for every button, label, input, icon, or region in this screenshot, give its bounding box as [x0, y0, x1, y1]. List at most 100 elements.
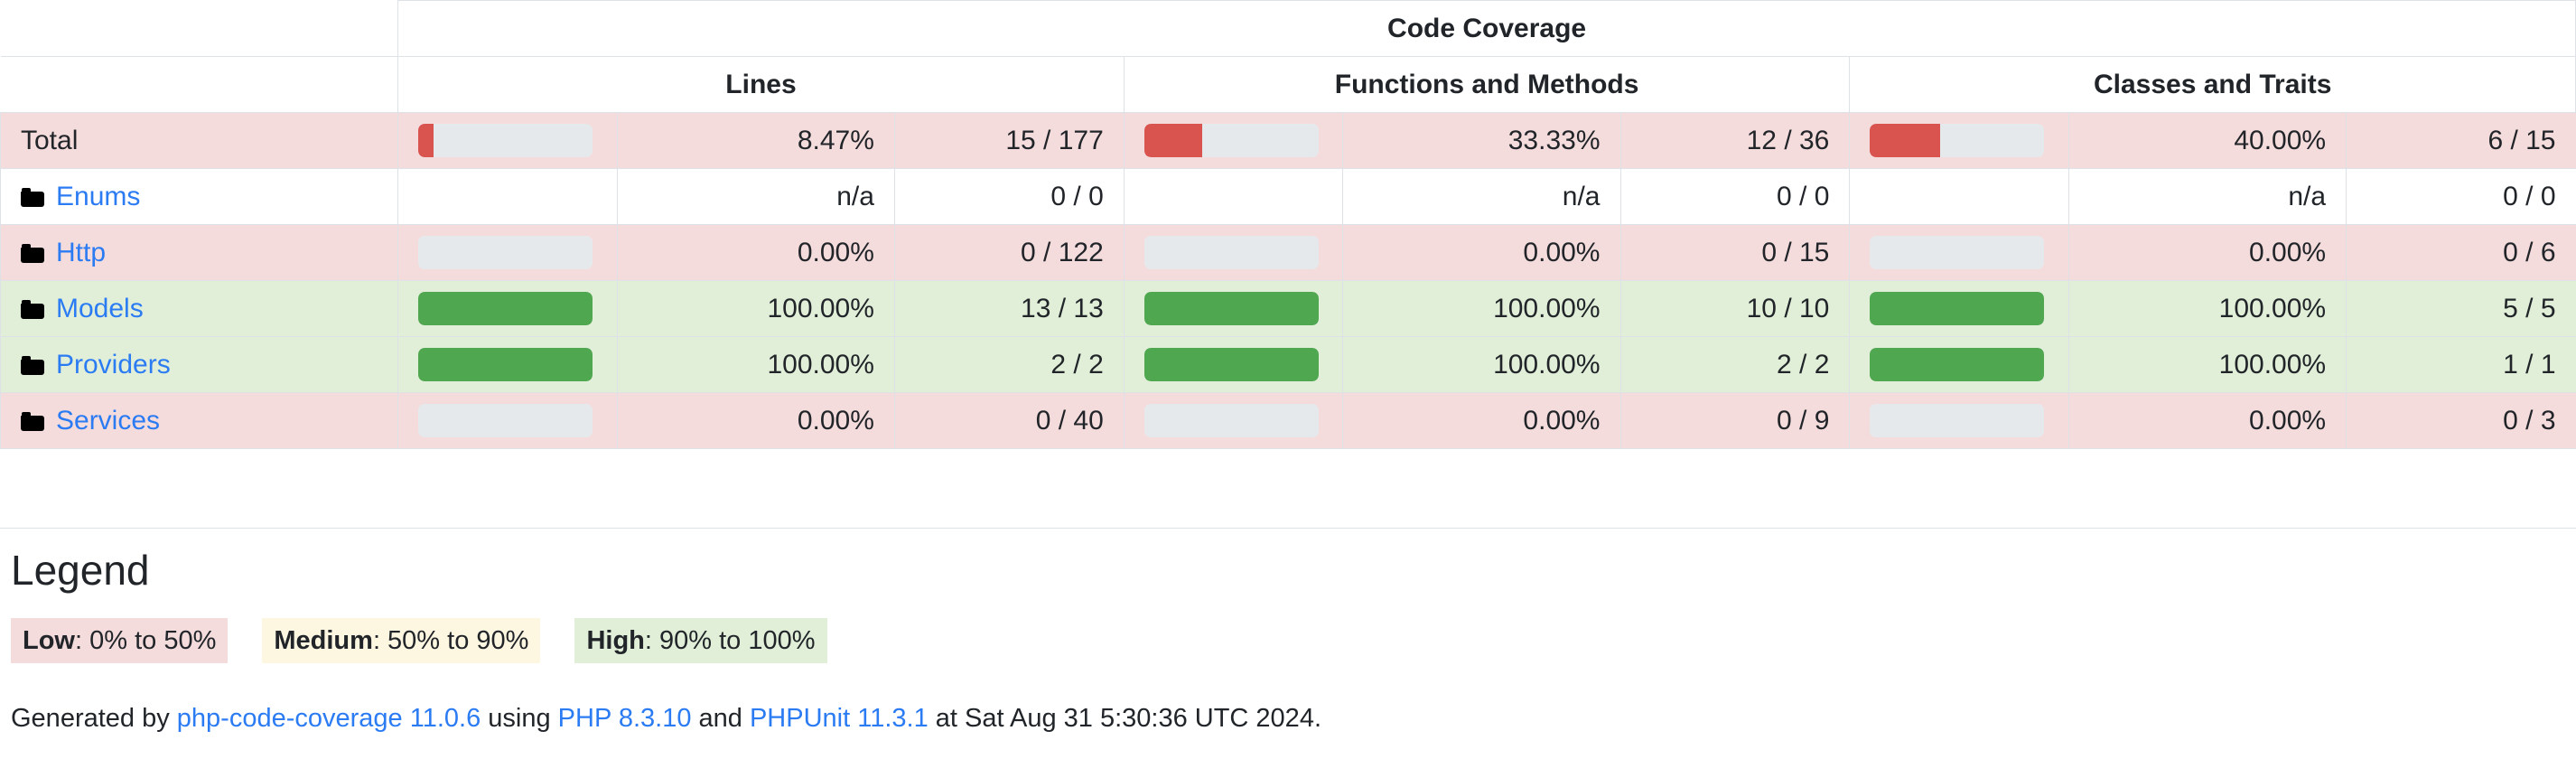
progress-bar-lines [418, 124, 593, 157]
directory-link[interactable]: Enums [56, 182, 140, 211]
percent-cell-classes: 40.00% [2067, 112, 2347, 169]
percent-cell-classes: 100.00% [2067, 280, 2347, 337]
percent-cell-classes: 0.00% [2067, 224, 2347, 281]
progress-bar-functions [1143, 348, 1319, 381]
table-row: Models 100.00% 13 / 13 100.00% 10 / 10 100.00… [0, 280, 2576, 337]
progress-cell-classes [1849, 280, 2069, 337]
header-row-groups: Lines Functions and Methods Classes and … [0, 56, 2576, 113]
table-body: Total 8.47% 15 / 177 33.33% 12 / 36 40.00% 6 /… [0, 112, 2576, 449]
directory-link[interactable]: Services [56, 406, 160, 436]
directory-cell: Services [0, 392, 399, 449]
ratio-cell-classes: 1 / 1 [2346, 336, 2576, 393]
ratio-cell-functions: 10 / 10 [1619, 280, 1851, 337]
progress-fill [1870, 348, 2045, 381]
ratio-cell-lines: 0 / 122 [893, 224, 1125, 281]
percent-cell-functions: 100.00% [1342, 280, 1621, 337]
progress-cell-lines [397, 168, 618, 225]
header-functions-and-methods: Functions and Methods [1123, 56, 1851, 113]
progress-bar-functions [1143, 404, 1319, 437]
ratio-cell-functions: 0 / 0 [1619, 168, 1851, 225]
table-row: Providers 100.00% 2 / 2 100.00% 2 / 2 100.00%… [0, 336, 2576, 393]
percent-cell-classes: 0.00% [2067, 392, 2347, 449]
percent-cell-classes: n/a [2067, 168, 2347, 225]
progress-cell-classes [1849, 168, 2069, 225]
legend-item-range: : 90% to 100% [644, 626, 816, 655]
percent-cell-functions: 0.00% [1342, 392, 1621, 449]
footer-prefix: Generated by [11, 704, 177, 733]
progress-bar-classes [1870, 292, 2045, 325]
legend-item-range: : 0% to 50% [75, 626, 217, 655]
progress-bar-classes [1870, 180, 2044, 213]
table-head: Code Coverage Lines Functions and Method… [0, 0, 2576, 113]
table-row: Services 0.00% 0 / 40 0.00% 0 / 9 0.00% 0 / 3 [0, 392, 2576, 449]
legend-items: Low: 0% to 50% Medium: 50% to 90% High: 90… [11, 618, 2576, 664]
progress-bar-functions [1144, 180, 1319, 213]
progress-fill [418, 292, 593, 325]
progress-fill [418, 124, 434, 157]
php-code-coverage-link[interactable]: php-code-coverage 11.0.6 [177, 704, 481, 733]
progress-bar-classes [1870, 236, 2045, 269]
progress-cell-classes [1849, 112, 2069, 169]
header-blank-top [0, 0, 399, 57]
header-lines: Lines [397, 56, 1125, 113]
phpunit-version-link[interactable]: PHPUnit 11.3.1 [750, 704, 929, 733]
legend-item-medium: Medium: 50% to 90% [262, 618, 541, 664]
ratio-cell-functions: 12 / 36 [1619, 112, 1851, 169]
progress-fill [418, 348, 593, 381]
coverage-table: Code Coverage Lines Functions and Method… [0, 0, 2576, 449]
folder-icon [21, 187, 44, 207]
legend-item-low: Low: 0% to 50% [11, 618, 229, 664]
progress-fill [1143, 348, 1319, 381]
progress-cell-classes [1849, 336, 2069, 393]
percent-cell-lines: 100.00% [616, 280, 895, 337]
progress-bar-classes [1870, 348, 2045, 381]
ratio-cell-lines: 0 / 0 [893, 168, 1125, 225]
percent-cell-lines: 0.00% [616, 224, 895, 281]
ratio-cell-functions: 0 / 9 [1619, 392, 1851, 449]
progress-cell-classes [1849, 224, 2069, 281]
progress-fill [1143, 292, 1319, 325]
ratio-cell-classes: 5 / 5 [2346, 280, 2576, 337]
table-row: Enums n/a 0 / 0 n/a 0 / 0 n/a 0 / 0 [0, 168, 2576, 225]
percent-cell-lines: 0.00% [616, 392, 895, 449]
progress-bar-lines [418, 180, 593, 213]
directory-link[interactable]: Models [56, 294, 144, 323]
table-row: Http 0.00% 0 / 122 0.00% 0 / 15 0.00% 0 / 6 [0, 224, 2576, 281]
progress-bar-functions [1143, 292, 1319, 325]
progress-bar-classes [1870, 124, 2045, 157]
progress-cell-functions [1123, 336, 1344, 393]
legend-section: Legend Low: 0% to 50% Medium: 50% to 90% H… [0, 547, 2576, 664]
progress-cell-functions [1123, 112, 1344, 169]
ratio-cell-functions: 0 / 15 [1619, 224, 1851, 281]
progress-cell-classes [1849, 392, 2069, 449]
directory-link[interactable]: Http [56, 238, 106, 267]
legend-title: Legend [11, 547, 150, 594]
header-classes-and-traits: Classes and Traits [1849, 56, 2576, 113]
progress-fill [1870, 124, 1940, 157]
ratio-cell-classes: 6 / 15 [2346, 112, 2576, 169]
legend-item-label: Low [23, 626, 75, 655]
directory-link[interactable]: Providers [56, 350, 171, 380]
section-divider [0, 528, 2576, 529]
ratio-cell-lines: 0 / 40 [893, 392, 1125, 449]
progress-bar-lines [418, 292, 593, 325]
footer-mid-2: and [691, 704, 750, 733]
ratio-cell-lines: 2 / 2 [893, 336, 1125, 393]
percent-cell-lines: n/a [616, 168, 895, 225]
percent-cell-functions: n/a [1342, 168, 1621, 225]
legend-item-range: : 50% to 90% [372, 626, 529, 655]
directory-cell: Providers [0, 336, 399, 393]
legend-item-label: High [586, 626, 645, 655]
php-version-link[interactable]: PHP 8.3.10 [558, 704, 692, 733]
percent-cell-functions: 0.00% [1342, 224, 1621, 281]
progress-bar-lines [418, 404, 593, 437]
progress-fill [1870, 292, 2045, 325]
progress-fill [1143, 124, 1203, 157]
row-label: Total [21, 125, 79, 155]
directory-cell: Models [0, 280, 399, 337]
progress-bar-functions [1143, 236, 1319, 269]
directory-cell: Enums [0, 168, 399, 225]
footer-mid-1: using [481, 704, 558, 733]
progress-bar-classes [1870, 404, 2045, 437]
progress-cell-lines [397, 280, 618, 337]
